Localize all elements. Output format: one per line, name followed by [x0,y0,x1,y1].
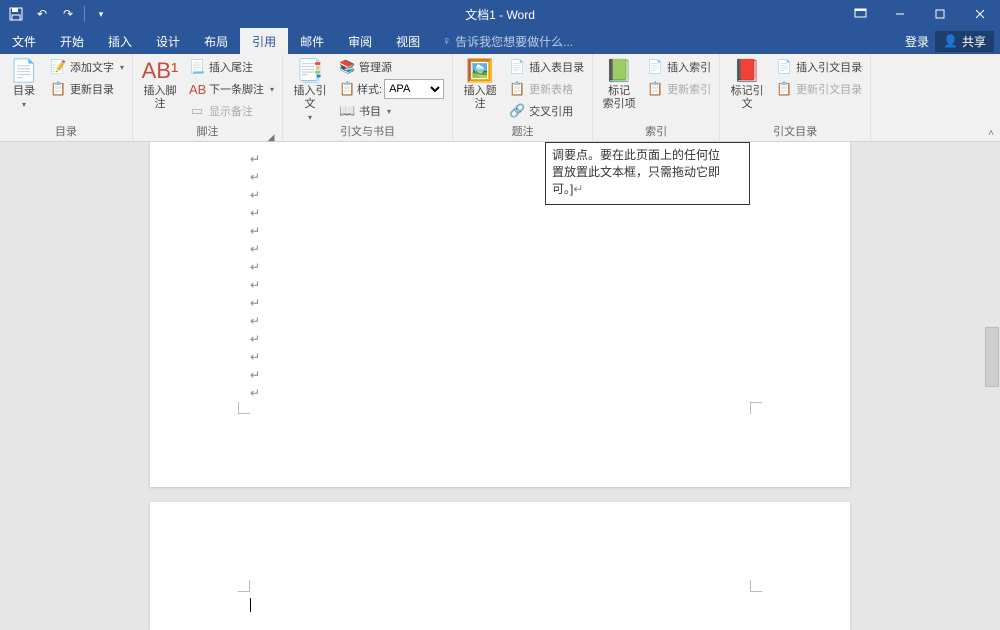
title-bar: ↶ ↷ ▾ 文档1 - Word [0,0,1000,28]
text-cursor [250,598,251,612]
tab-file[interactable]: 文件 [0,28,48,54]
footnote-icon: AB¹ [142,58,179,84]
tab-review[interactable]: 审阅 [336,28,384,54]
group-toc: 📄 目录▾ 📝添加文字▾ 📋更新目录 目录 [0,54,133,141]
endnote-icon: 📃 [189,59,205,75]
tab-view[interactable]: 视图 [384,28,432,54]
citation-icon: 📑 [296,58,323,84]
ribbon-tabs: 文件 开始 插入 设计 布局 引用 邮件 审阅 视图 ♀ 告诉我您想要做什么..… [0,28,1000,54]
close-button[interactable] [960,0,1000,28]
update-table-icon: 📋 [509,81,525,97]
manage-sources-icon: 📚 [339,59,355,75]
toc-button[interactable]: 📄 目录▾ [4,56,44,111]
next-footnote-icon: AB [189,82,205,97]
paragraph-marks: ↵↵↵↵↵↵↵↵↵↵↵↵↵↵ [250,150,260,402]
save-button[interactable] [4,2,28,26]
mark-entry-icon: 📗 [605,58,632,84]
biblio-icon: 📖 [339,103,355,119]
update-table-button: 📋更新表格 [505,78,588,100]
insert-tof-button[interactable]: 📄插入表目录 [505,56,588,78]
update-index-button: 📋更新索引 [643,78,715,100]
window-title: 文档1 - Word [465,6,535,23]
mark-entry-button[interactable]: 📗 标记 索引项 [597,56,641,111]
update-index-icon: 📋 [647,81,663,97]
toc-icon: 📄 [10,58,37,84]
window-controls [840,0,1000,28]
share-icon: 👤 [943,34,958,48]
margin-marker [238,402,250,414]
insert-index-button[interactable]: 📄插入索引 [643,56,715,78]
undo-button[interactable]: ↶ [30,2,54,26]
collapse-ribbon-button[interactable]: ˄ [988,128,994,139]
scrollbar-thumb[interactable] [985,327,999,387]
add-text-button[interactable]: 📝添加文字▾ [46,56,128,78]
ribbon: 📄 目录▾ 📝添加文字▾ 📋更新目录 目录 AB¹ 插入脚注 📃插入尾注 AB下… [0,54,1000,142]
margin-marker [750,402,762,414]
add-text-icon: 📝 [50,59,66,75]
bibliography-button[interactable]: 📖书目▾ [335,100,448,122]
qat-customize[interactable]: ▾ [89,2,113,26]
tell-me-search[interactable]: ♀ 告诉我您想要做什么... [432,28,573,54]
footnotes-launcher[interactable]: ◢ [266,130,276,140]
group-captions: 🖼️ 插入题注 📄插入表目录 📋更新表格 🔗交叉引用 题注 [453,54,593,141]
crossref-icon: 🔗 [509,103,525,119]
update-icon: 📋 [50,81,66,97]
update-toa-icon: 📋 [776,81,792,97]
manage-sources-button[interactable]: 📚管理源 [335,56,448,78]
page-2[interactable] [150,502,850,630]
tab-home[interactable]: 开始 [48,28,96,54]
caption-icon: 🖼️ [466,58,493,84]
tab-references[interactable]: 引用 [240,28,288,54]
next-footnote-button[interactable]: AB下一条脚注▾ [185,78,278,100]
tof-icon: 📄 [509,59,525,75]
group-authorities: 📕 标记引文 📄插入引文目录 📋更新引文目录 引文目录 [720,54,871,141]
sign-in-link[interactable]: 登录 [905,33,929,50]
style-dropdown[interactable]: APA [384,79,444,99]
mark-citation-button[interactable]: 📕 标记引文 [724,56,770,111]
document-area[interactable]: ↵↵↵↵↵↵↵↵↵↵↵↵↵↵ 调要点。要在此页面上的任何位 置放置此文本框，只需… [0,142,1000,630]
tab-layout[interactable]: 布局 [192,28,240,54]
tab-insert[interactable]: 插入 [96,28,144,54]
show-notes-icon: ▭ [189,103,205,119]
group-citations: 📑 插入引文▾ 📚管理源 📋 样式: APA 📖书目▾ 引文与书目 [283,54,453,141]
group-index: 📗 标记 索引项 📄插入索引 📋更新索引 索引 [593,54,720,141]
insert-footnote-button[interactable]: AB¹ 插入脚注 [137,56,183,111]
margin-marker [750,580,762,592]
cross-reference-button[interactable]: 🔗交叉引用 [505,100,588,122]
redo-button[interactable]: ↷ [56,2,80,26]
insert-caption-button[interactable]: 🖼️ 插入题注 [457,56,503,111]
floating-textbox[interactable]: 调要点。要在此页面上的任何位 置放置此文本框，只需拖动它即 可。]↵ [545,142,750,205]
share-button[interactable]: 👤 共享 [935,31,994,52]
citation-style-select[interactable]: 📋 样式: APA [335,78,448,100]
tab-mailings[interactable]: 邮件 [288,28,336,54]
margin-marker [238,580,250,592]
insert-index-icon: 📄 [647,59,663,75]
style-icon: 📋 [339,81,355,97]
insert-toa-button[interactable]: 📄插入引文目录 [772,56,866,78]
page-1[interactable]: ↵↵↵↵↵↵↵↵↵↵↵↵↵↵ 调要点。要在此页面上的任何位 置放置此文本框，只需… [150,142,850,487]
insert-endnote-button[interactable]: 📃插入尾注 [185,56,278,78]
mark-citation-icon: 📕 [733,58,760,84]
quick-access-toolbar: ↶ ↷ ▾ [0,2,113,26]
ribbon-options-button[interactable] [840,0,880,28]
minimize-button[interactable] [880,0,920,28]
show-notes-button: ▭显示备注 [185,100,278,122]
insert-citation-button[interactable]: 📑 插入引文▾ [287,56,333,124]
tab-design[interactable]: 设计 [144,28,192,54]
insert-toa-icon: 📄 [776,59,792,75]
update-toa-button: 📋更新引文目录 [772,78,866,100]
lightbulb-icon: ♀ [442,34,451,48]
maximize-button[interactable] [920,0,960,28]
group-footnotes: AB¹ 插入脚注 📃插入尾注 AB下一条脚注▾ ▭显示备注 脚注◢ [133,54,283,141]
update-toc-button[interactable]: 📋更新目录 [46,78,128,100]
